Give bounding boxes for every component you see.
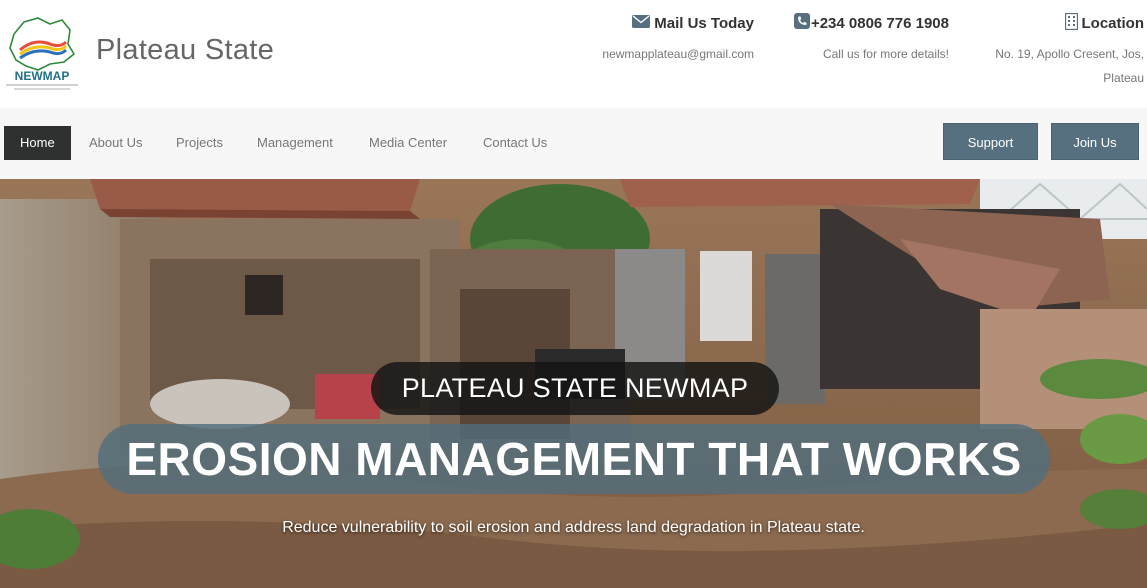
- nigeria-map-logo-icon: NEWMAP: [6, 17, 78, 90]
- envelope-icon: [632, 14, 651, 32]
- site-title[interactable]: Plateau State: [96, 34, 274, 67]
- site-header: NEWMAP Plateau State Mail Us Today newma…: [0, 0, 1147, 108]
- contact-phone: +234 0806 776 1908 Call us for more deta…: [769, 12, 949, 66]
- nav-item-about-us[interactable]: About Us: [73, 126, 158, 160]
- hero-headline: EROSION MANAGEMENT THAT WORKS: [98, 424, 1050, 494]
- mail-address[interactable]: newmapplateau@gmail.com: [554, 42, 754, 66]
- nav-item-projects[interactable]: Projects: [160, 126, 239, 160]
- svg-text:NEWMAP: NEWMAP: [15, 69, 70, 83]
- newmap-logo[interactable]: NEWMAP: [4, 14, 80, 94]
- location-address-line1: No. 19, Apollo Cresent, Jos,: [995, 47, 1144, 61]
- support-button[interactable]: Support: [943, 123, 1038, 160]
- phone-number[interactable]: +234 0806 776 1908: [811, 15, 949, 32]
- location-address-line2: Plateau: [1103, 71, 1144, 85]
- nav-item-management[interactable]: Management: [241, 126, 349, 160]
- nav-item-home[interactable]: Home: [4, 126, 71, 160]
- phone-subtext: Call us for more details!: [822, 47, 949, 61]
- nav-item-media-center[interactable]: Media Center: [353, 126, 463, 160]
- main-navbar: Home About Us Projects Management Media …: [0, 108, 1147, 179]
- building-icon: [1064, 12, 1078, 34]
- hero-kicker: PLATEAU STATE NEWMAP: [371, 362, 779, 415]
- hero-tagline: Reduce vulnerability to soil erosion and…: [282, 519, 865, 536]
- join-us-button[interactable]: Join Us: [1051, 123, 1139, 160]
- contact-location: Location No. 19, Apollo Cresent, Jos, Pl…: [974, 12, 1144, 90]
- contact-mail: Mail Us Today newmapplateau@gmail.com: [554, 12, 754, 66]
- location-title: Location: [1081, 14, 1145, 32]
- nav-item-contact-us[interactable]: Contact Us: [467, 126, 563, 160]
- mail-title: Mail Us Today: [654, 14, 754, 32]
- hero-banner: PLATEAU STATE NEWMAP EROSION MANAGEMENT …: [0, 179, 1147, 588]
- phone-icon: [793, 13, 810, 33]
